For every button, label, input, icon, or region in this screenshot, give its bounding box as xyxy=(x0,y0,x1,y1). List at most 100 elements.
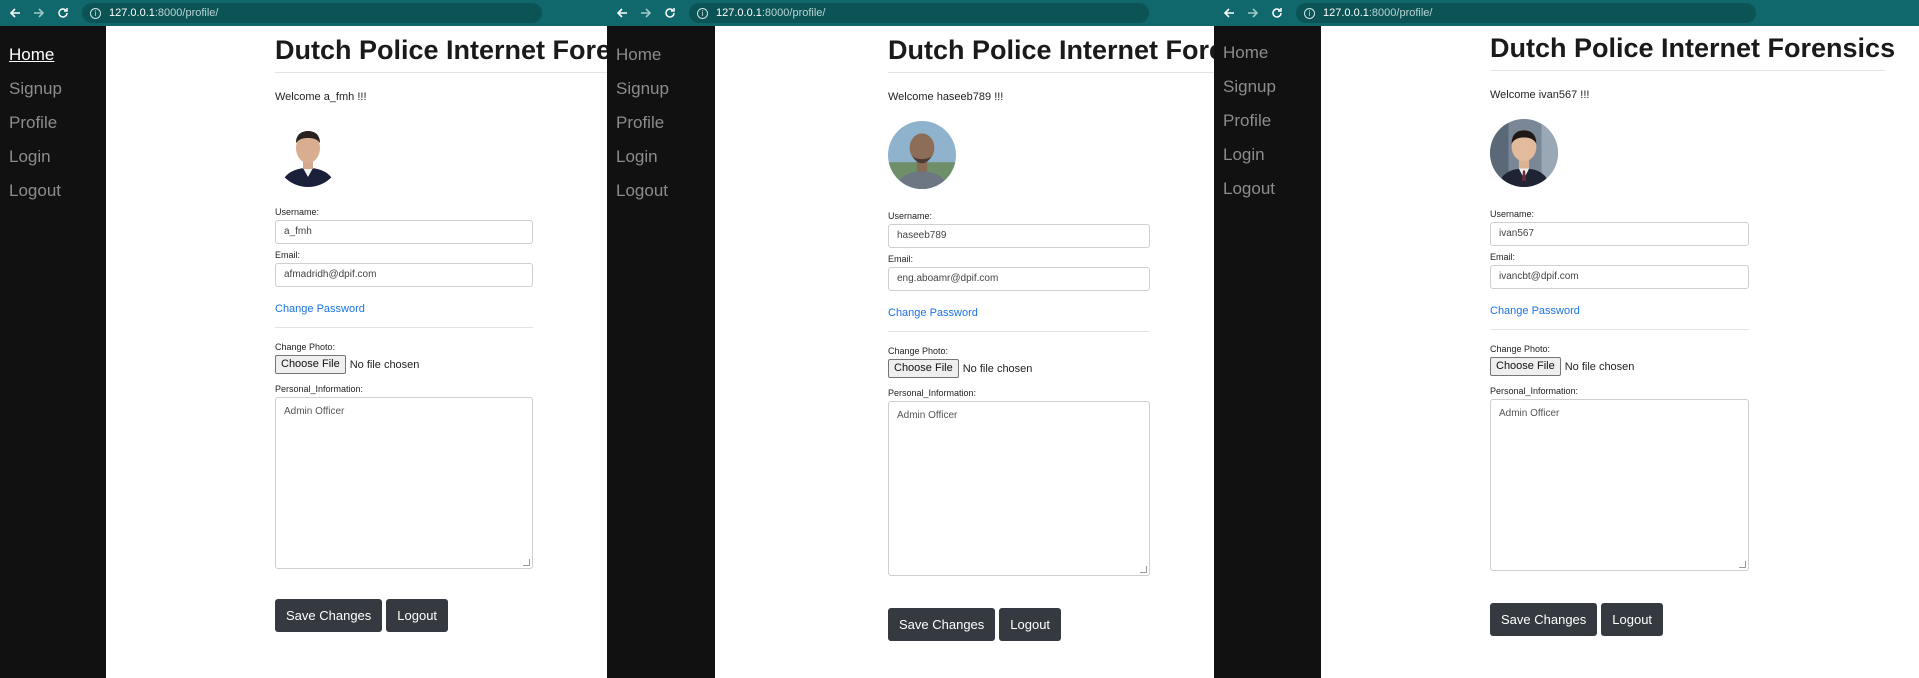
username-field[interactable]: haseeb789 xyxy=(888,224,1150,248)
profile-main: Dutch Police Internet Forensics Welcome … xyxy=(275,26,607,632)
choose-file-button[interactable]: Choose File xyxy=(275,355,346,374)
change-password-link[interactable]: Change Password xyxy=(1490,305,1580,317)
profile-main: Dutch Police Internet Forensics Welcome … xyxy=(888,26,1214,641)
logout-button[interactable]: Logout xyxy=(386,599,449,632)
sidebar-item-profile[interactable]: Profile xyxy=(1214,110,1321,144)
sidebar-item-logout[interactable]: Logout xyxy=(607,180,715,214)
change-photo-label: Change Photo: xyxy=(888,346,949,356)
logout-button[interactable]: Logout xyxy=(999,608,1062,641)
textarea-value: Admin Officer xyxy=(1499,408,1560,419)
forward-arrow-icon[interactable] xyxy=(637,4,655,22)
form-actions: Save Changes Logout xyxy=(275,599,607,632)
sidebar-item-login[interactable]: Login xyxy=(1214,144,1321,178)
personal-information-textarea[interactable]: Admin Officer xyxy=(1490,399,1749,571)
sidebar-item-login[interactable]: Login xyxy=(0,146,106,180)
sidebar-item-profile[interactable]: Profile xyxy=(0,112,106,146)
back-arrow-icon[interactable] xyxy=(6,4,24,22)
email-field[interactable]: eng.aboamr@dpif.com xyxy=(888,267,1150,291)
reload-icon[interactable] xyxy=(54,4,72,22)
sidebar-item-signup[interactable]: Signup xyxy=(0,78,106,112)
sidebar-item-home[interactable]: Home xyxy=(607,44,715,78)
site-info-icon[interactable]: i xyxy=(1304,7,1315,19)
username-label: Username: xyxy=(275,207,320,217)
url-host: 127.0.0.1 xyxy=(1323,7,1369,19)
welcome-text: Welcome a_fmh !!! xyxy=(275,91,367,103)
divider xyxy=(888,72,1214,73)
sidebar-item-profile[interactable]: Profile xyxy=(607,112,715,146)
form-actions: Save Changes Logout xyxy=(888,608,1214,641)
screenshot-collage: i 127.0.0.1:8000/profile/ Home Signup Pr… xyxy=(0,0,1919,678)
forward-arrow-icon[interactable] xyxy=(1244,4,1262,22)
address-bar[interactable]: i 127.0.0.1:8000/profile/ xyxy=(82,3,542,23)
save-changes-button[interactable]: Save Changes xyxy=(275,599,383,632)
change-photo-label: Change Photo: xyxy=(275,342,336,352)
file-input[interactable]: Choose File No file chosen xyxy=(1490,357,1895,376)
personal-information-label: Personal_Information: xyxy=(275,384,364,394)
personal-information-textarea[interactable]: Admin Officer xyxy=(275,397,533,569)
personal-information-textarea[interactable]: Admin Officer xyxy=(888,401,1150,576)
sidebar-item-logout[interactable]: Logout xyxy=(1214,178,1321,212)
profile-screen-1: i 127.0.0.1:8000/profile/ Home Signup Pr… xyxy=(0,0,607,678)
email-label: Email: xyxy=(275,250,301,260)
sidebar-item-home[interactable]: Home xyxy=(0,44,106,78)
browser-toolbar: i 127.0.0.1:8000/profile/ xyxy=(1214,0,1919,26)
avatar xyxy=(888,121,956,189)
url-host: 127.0.0.1 xyxy=(109,7,155,19)
personal-information-label: Personal_Information: xyxy=(888,388,977,398)
email-label: Email: xyxy=(1490,252,1516,262)
avatar xyxy=(1490,119,1558,187)
profile-screen-2: i 127.0.0.1:8000/profile/ Home Signup Pr… xyxy=(607,0,1214,678)
browser-toolbar: i 127.0.0.1:8000/profile/ xyxy=(0,0,607,26)
url-path: :8000/profile/ xyxy=(154,7,219,19)
choose-file-button[interactable]: Choose File xyxy=(1490,357,1561,376)
page-title: Dutch Police Internet Forensics xyxy=(888,35,1214,65)
browser-toolbar: i 127.0.0.1:8000/profile/ xyxy=(607,0,1214,26)
site-info-icon[interactable]: i xyxy=(697,7,708,19)
forward-arrow-icon[interactable] xyxy=(30,4,48,22)
file-status-text: No file chosen xyxy=(1564,360,1635,373)
file-input[interactable]: Choose File No file chosen xyxy=(275,355,607,374)
email-field[interactable]: ivancbt@dpif.com xyxy=(1490,265,1749,289)
change-photo-label: Change Photo: xyxy=(1490,344,1551,354)
change-password-link[interactable]: Change Password xyxy=(888,307,978,319)
file-status-text: No file chosen xyxy=(962,362,1033,375)
address-bar[interactable]: i 127.0.0.1:8000/profile/ xyxy=(1296,3,1756,23)
site-info-icon[interactable]: i xyxy=(90,7,101,19)
address-bar[interactable]: i 127.0.0.1:8000/profile/ xyxy=(689,3,1149,23)
sidebar-item-signup[interactable]: Signup xyxy=(607,78,715,112)
profile-screen-3: i 127.0.0.1:8000/profile/ Home Signup Pr… xyxy=(1214,0,1919,678)
avatar xyxy=(275,121,341,187)
back-arrow-icon[interactable] xyxy=(1220,4,1238,22)
username-field[interactable]: ivan567 xyxy=(1490,222,1749,246)
username-field[interactable]: a_fmh xyxy=(275,220,533,244)
resize-handle-icon[interactable] xyxy=(1140,566,1147,573)
personal-information-label: Personal_Information: xyxy=(1490,386,1579,396)
logout-button[interactable]: Logout xyxy=(1601,603,1664,636)
welcome-text: Welcome ivan567 !!! xyxy=(1490,89,1590,101)
choose-file-button[interactable]: Choose File xyxy=(888,359,959,378)
resize-handle-icon[interactable] xyxy=(1739,561,1746,568)
url-path: :8000/profile/ xyxy=(1368,7,1433,19)
divider xyxy=(275,72,607,73)
sidebar-item-signup[interactable]: Signup xyxy=(1214,76,1321,110)
reload-icon[interactable] xyxy=(1268,4,1286,22)
resize-handle-icon[interactable] xyxy=(523,559,530,566)
sidebar-item-logout[interactable]: Logout xyxy=(0,180,106,214)
divider xyxy=(1490,70,1885,71)
sidebar-nav: Home Signup Profile Login Logout xyxy=(607,26,715,678)
textarea-value: Admin Officer xyxy=(897,410,958,421)
email-field[interactable]: afmadridh@dpif.com xyxy=(275,263,533,287)
change-password-link[interactable]: Change Password xyxy=(275,303,365,315)
profile-main: Dutch Police Internet Forensics Welcome … xyxy=(1490,26,1895,636)
page-title: Dutch Police Internet Forensics xyxy=(1490,33,1896,63)
sidebar-item-home[interactable]: Home xyxy=(1214,42,1321,76)
username-label: Username: xyxy=(888,211,933,221)
file-status-text: No file chosen xyxy=(349,358,420,371)
save-changes-button[interactable]: Save Changes xyxy=(888,608,996,641)
file-input[interactable]: Choose File No file chosen xyxy=(888,359,1214,378)
reload-icon[interactable] xyxy=(661,4,679,22)
sidebar-item-login[interactable]: Login xyxy=(607,146,715,180)
save-changes-button[interactable]: Save Changes xyxy=(1490,603,1598,636)
back-arrow-icon[interactable] xyxy=(613,4,631,22)
username-label: Username: xyxy=(1490,209,1535,219)
